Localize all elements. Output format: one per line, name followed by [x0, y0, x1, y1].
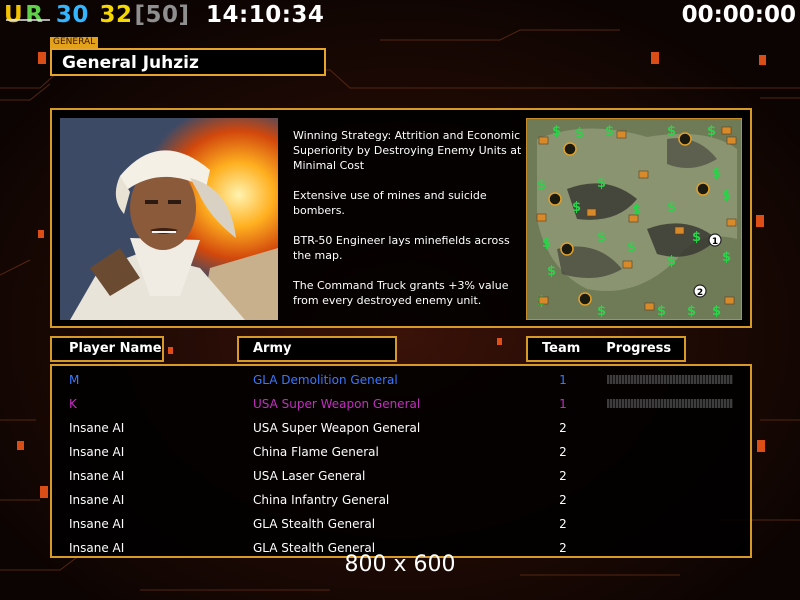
hud-stats: UR 30 32[50] 14:10:34 — [4, 2, 326, 28]
header-team-progress[interactable]: Team Progress — [526, 336, 686, 362]
start-position-label: 2 — [697, 288, 703, 298]
player-army: China Flame General — [253, 445, 379, 459]
header-progress-label: Progress — [606, 341, 672, 356]
player-progress-bar — [607, 375, 733, 384]
svg-text:$: $ — [707, 124, 716, 139]
svg-text:$: $ — [575, 126, 584, 141]
strike-line — [6, 19, 50, 21]
svg-text:$: $ — [712, 304, 721, 319]
description-line: Winning Strategy: Attrition and Economic… — [293, 129, 522, 172]
svg-text:$: $ — [722, 188, 731, 203]
player-row[interactable]: Insane AI GLA Stealth General 2 — [52, 514, 750, 538]
player-row[interactable]: Insane AI China Flame General 2 — [52, 442, 750, 466]
player-team: 2 — [559, 469, 567, 483]
general-name: General Juhziz — [62, 53, 199, 73]
header-player-label: Player Name — [69, 341, 162, 356]
svg-text:$: $ — [692, 230, 701, 245]
svg-text:$: $ — [687, 304, 696, 319]
header-army[interactable]: Army — [237, 336, 397, 362]
player-team: 2 — [559, 421, 567, 435]
svg-text:$: $ — [572, 200, 581, 215]
player-name: Insane AI — [69, 517, 125, 531]
stat-c: [50] — [134, 2, 190, 28]
svg-text:$: $ — [667, 254, 676, 269]
player-army: GLA Demolition General — [253, 373, 398, 387]
player-row[interactable]: Insane AI China Infantry General 2 — [52, 490, 750, 514]
player-team: 2 — [559, 445, 567, 459]
svg-text:$: $ — [667, 124, 676, 139]
stat-a: 30 — [55, 2, 89, 28]
player-name: M — [69, 373, 80, 387]
svg-text:$: $ — [547, 264, 556, 279]
player-row[interactable]: M GLA Demolition General 1 — [52, 370, 750, 394]
header-team-label: Team — [542, 341, 581, 356]
ur-letter-r: R — [25, 2, 44, 28]
player-army: USA Super Weapon General — [253, 421, 421, 435]
svg-text:$: $ — [537, 178, 546, 193]
player-row[interactable]: K USA Super Weapon General 1 — [52, 394, 750, 418]
svg-text:$: $ — [605, 124, 614, 139]
clock: 14:10:34 — [206, 2, 325, 28]
description-line: BTR-50 Engineer lays minefields across t… — [293, 234, 510, 262]
player-name: Insane AI — [69, 445, 125, 459]
svg-text:$: $ — [597, 304, 606, 319]
stat-b: 32 — [99, 2, 133, 28]
minimap: $$$ $$$ $$$ $$$ $$$ $$$ $$$ $$$ 1 2 — [526, 118, 742, 320]
player-team: 2 — [559, 517, 567, 531]
match-timer: 00:00:00 — [681, 2, 796, 28]
general-portrait — [60, 118, 278, 320]
svg-text:$: $ — [657, 304, 666, 319]
description-line: The Command Truck grants +3% value from … — [293, 279, 509, 307]
svg-text:$: $ — [712, 166, 721, 181]
player-army: China Infantry General — [253, 493, 390, 507]
header-army-label: Army — [253, 341, 292, 356]
player-row[interactable]: Insane AI USA Super Weapon General 2 — [52, 418, 750, 442]
general-description: Winning Strategy: Attrition and Economic… — [293, 128, 525, 308]
svg-text:$: $ — [597, 230, 606, 245]
player-army: GLA Stealth General — [253, 517, 376, 531]
player-army: USA Super Weapon General — [253, 397, 421, 411]
svg-text:$: $ — [667, 200, 676, 215]
svg-text:$: $ — [722, 250, 731, 265]
player-name: Insane AI — [69, 421, 125, 435]
svg-text:$: $ — [552, 124, 561, 139]
svg-text:$: $ — [542, 236, 551, 251]
player-name: Insane AI — [69, 469, 125, 483]
svg-text:$: $ — [627, 240, 636, 255]
description-line: Extensive use of mines and suicide bombe… — [293, 189, 487, 217]
player-table: M GLA Demolition General 1 K USA Super Weapo… — [50, 364, 752, 558]
player-army: USA Laser General — [253, 469, 366, 483]
player-name: Insane AI — [69, 493, 125, 507]
resolution-label: 800 x 600 — [344, 552, 456, 577]
general-tag: GENERAL — [50, 37, 99, 48]
header-player-name[interactable]: Player Name — [50, 336, 164, 362]
player-progress-bar — [607, 399, 733, 408]
player-row[interactable]: Insane AI USA Laser General 2 — [52, 466, 750, 490]
player-team: 1 — [559, 397, 567, 411]
svg-text:$: $ — [597, 176, 606, 191]
player-name: K — [69, 397, 77, 411]
start-position-label: 1 — [712, 237, 718, 247]
player-team: 1 — [559, 373, 567, 387]
player-team: 2 — [559, 493, 567, 507]
ur-letter-u: U — [4, 2, 24, 28]
ur-indicator: UR — [4, 2, 45, 28]
